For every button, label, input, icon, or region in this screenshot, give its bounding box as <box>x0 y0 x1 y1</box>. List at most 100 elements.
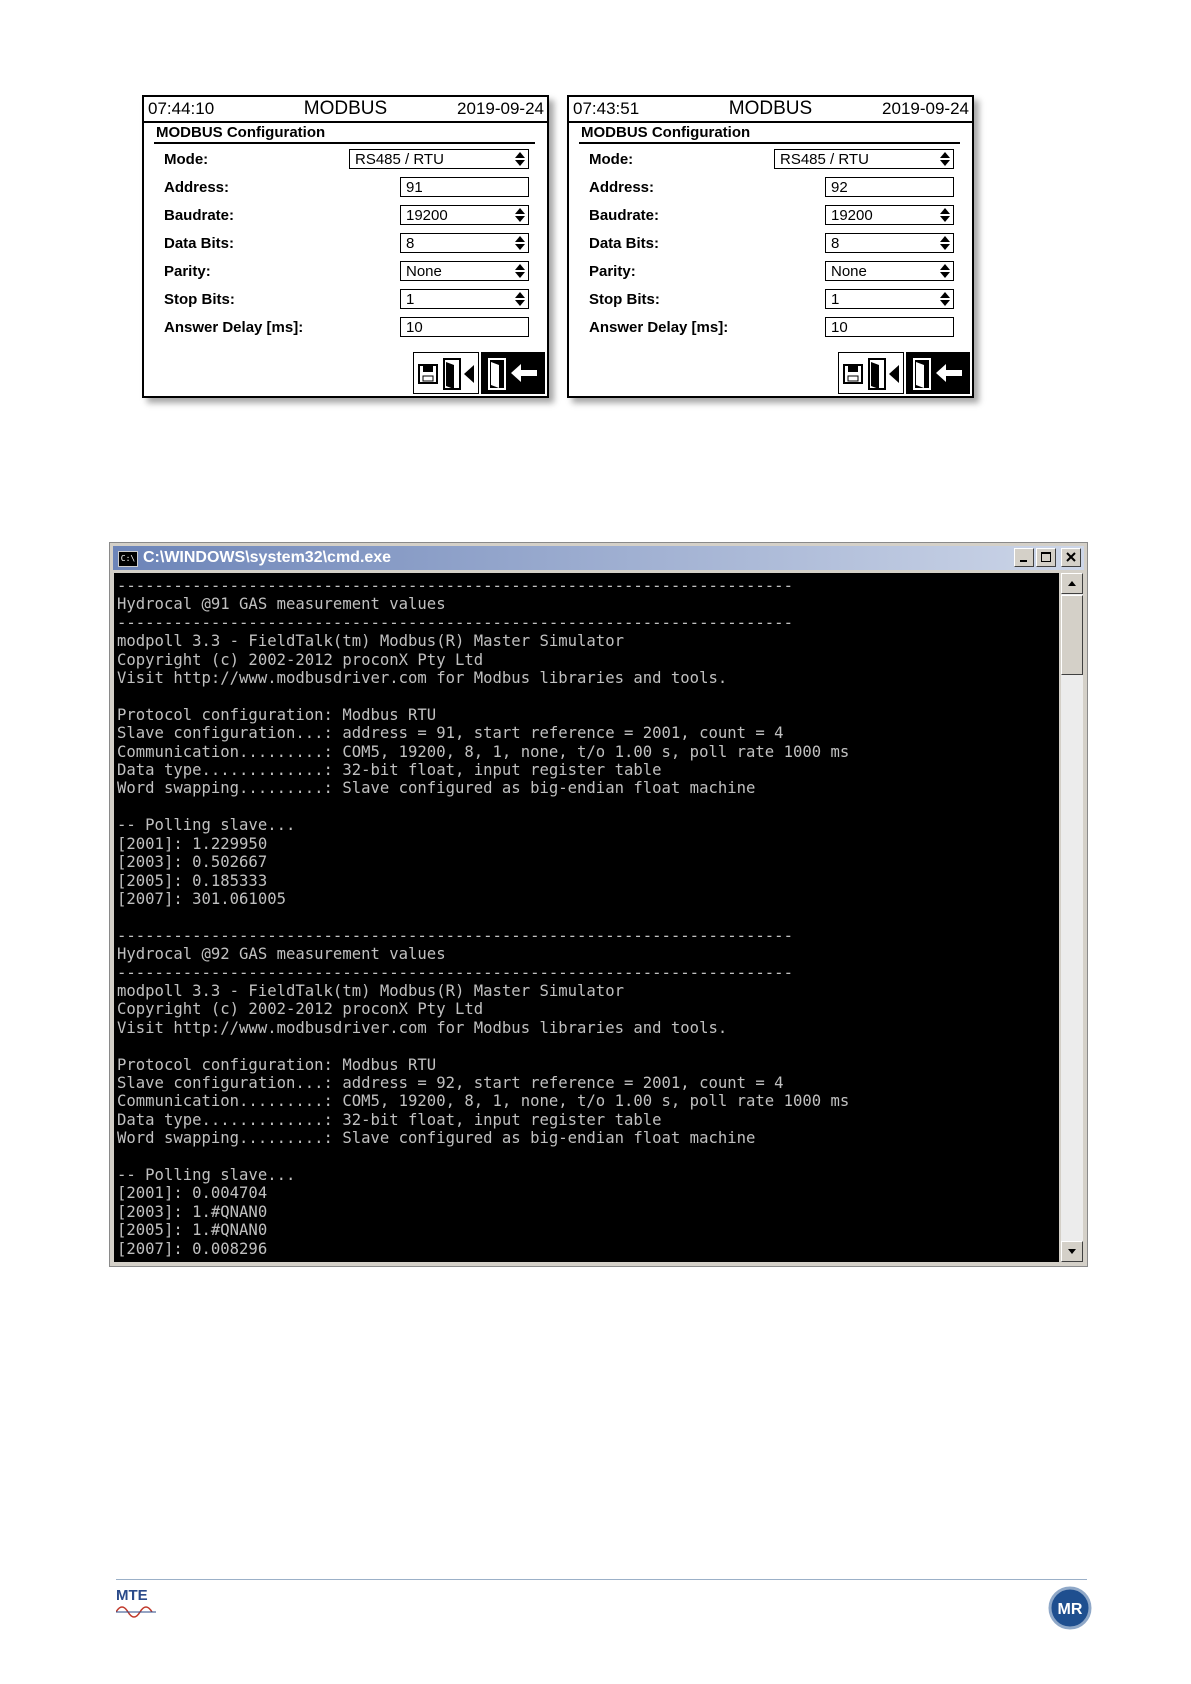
answerdelay-label: Answer Delay [ms]: <box>164 319 304 336</box>
console-line: Word swapping.........: Slave configured… <box>117 779 756 798</box>
address-label: Address: <box>589 179 655 196</box>
databits-label: Data Bits: <box>589 235 660 252</box>
maximize-icon <box>1041 552 1051 562</box>
updown-arrows-icon <box>515 152 525 167</box>
address-value: 92 <box>831 179 848 196</box>
databits-select[interactable]: 8 <box>825 233 954 253</box>
arrow-up-icon <box>1068 581 1076 586</box>
console-line: modpoll 3.3 - FieldTalk(tm) Modbus(R) Ma… <box>117 981 624 1000</box>
address-input[interactable]: 92 <box>825 177 954 197</box>
baudrate-row: Baudrate: 19200 <box>589 205 954 227</box>
close-button[interactable] <box>1061 548 1081 567</box>
databits-value: 8 <box>831 235 840 252</box>
answerdelay-input[interactable]: 10 <box>400 317 529 337</box>
stopbits-select[interactable]: 1 <box>400 289 529 309</box>
baudrate-select[interactable]: 19200 <box>825 205 954 225</box>
baudrate-row: Baudrate: 19200 <box>164 205 529 227</box>
console-line: [2001]: 1.229950 <box>117 834 268 853</box>
cmd-window-title: C:\WINDOWS\system32\cmd.exe <box>143 549 392 566</box>
stopbits-select[interactable]: 1 <box>825 289 954 309</box>
save-exit-button[interactable] <box>413 352 479 394</box>
arrow-down-icon <box>1068 1249 1076 1254</box>
mode-row: Mode: RS485 / RTU <box>589 149 954 171</box>
baudrate-select[interactable]: 19200 <box>400 205 529 225</box>
parity-select[interactable]: None <box>400 261 529 281</box>
address-row: Address: 91 <box>164 177 529 199</box>
console-line: Data type.............: 32-bit float, in… <box>117 761 662 780</box>
panel-header: 07:43:51 MODBUS 2019-09-24 <box>569 97 972 123</box>
stopbits-row: Stop Bits: 1 <box>164 289 529 311</box>
close-icon <box>1066 552 1076 562</box>
save-exit-button[interactable] <box>838 352 904 394</box>
scroll-up-button[interactable] <box>1061 573 1083 594</box>
section-title: MODBUS Configuration <box>156 124 326 141</box>
databits-row: Data Bits: 8 <box>164 233 529 255</box>
mte-logo: MTE <box>115 1586 166 1622</box>
console-line: [2001]: 0.004704 <box>117 1184 268 1203</box>
console-line: Hydrocal @91 GAS measurement values <box>117 595 446 614</box>
console-line: ----------------------------------------… <box>117 613 793 632</box>
address-row: Address: 92 <box>589 177 954 199</box>
answerdelay-input[interactable]: 10 <box>825 317 954 337</box>
console-line: Data type.............: 32-bit float, in… <box>117 1110 662 1129</box>
console-line: [2007]: 0.008296 <box>117 1239 268 1258</box>
address-input[interactable]: 91 <box>400 177 529 197</box>
cmd-window: C:\ C:\WINDOWS\system32\cmd.exe --------… <box>109 542 1088 1267</box>
console-output[interactable]: ----------------------------------------… <box>114 573 1059 1262</box>
modbus-config-panel-right: 07:43:51 MODBUS 2019-09-24 MODBUS Config… <box>567 95 974 398</box>
console-line: [2005]: 0.185333 <box>117 871 268 890</box>
console-line: Communication.........: COM5, 19200, 8, … <box>117 1092 850 1111</box>
stopbits-value: 1 <box>406 291 415 308</box>
mode-value: RS485 / RTU <box>780 151 869 168</box>
console-line: [2007]: 301.061005 <box>117 889 286 908</box>
console-line: Protocol configuration: Modbus RTU <box>117 1055 437 1074</box>
console-line: Protocol configuration: Modbus RTU <box>117 705 437 724</box>
vertical-scrollbar[interactable] <box>1061 573 1083 1262</box>
exit-button[interactable] <box>481 352 545 394</box>
console-line: [2005]: 1.#QNAN0 <box>117 1221 268 1240</box>
parity-row: Parity: None <box>164 261 529 283</box>
mode-select[interactable]: RS485 / RTU <box>349 149 529 169</box>
parity-label: Parity: <box>164 263 211 280</box>
parity-select[interactable]: None <box>825 261 954 281</box>
updown-arrows-icon <box>940 152 950 167</box>
panel-header: 07:44:10 MODBUS 2019-09-24 <box>144 97 547 123</box>
baudrate-label: Baudrate: <box>589 207 660 224</box>
console-line: Slave configuration...: address = 91, st… <box>117 724 784 743</box>
databits-row: Data Bits: 8 <box>589 233 954 255</box>
svg-text:MTE: MTE <box>116 1587 148 1604</box>
databits-select[interactable]: 8 <box>400 233 529 253</box>
answerdelay-row: Answer Delay [ms]: 10 <box>164 317 529 339</box>
minimize-button[interactable] <box>1014 548 1034 567</box>
updown-arrows-icon <box>515 208 525 223</box>
databits-value: 8 <box>406 235 415 252</box>
console-line: ----------------------------------------… <box>117 926 793 945</box>
section-title: MODBUS Configuration <box>581 124 751 141</box>
mr-logo: MR <box>1048 1586 1092 1630</box>
console-line: Hydrocal @92 GAS measurement values <box>117 945 446 964</box>
svg-text:MR: MR <box>1058 1601 1083 1618</box>
console-line: [2003]: 0.502667 <box>117 853 268 872</box>
mode-label: Mode: <box>589 151 634 168</box>
updown-arrows-icon <box>515 292 525 307</box>
baudrate-value: 19200 <box>406 207 448 224</box>
databits-label: Data Bits: <box>164 235 235 252</box>
exit-button[interactable] <box>906 352 970 394</box>
panel-date: 2019-09-24 <box>457 99 544 118</box>
mode-select[interactable]: RS485 / RTU <box>774 149 954 169</box>
console-line: modpoll 3.3 - FieldTalk(tm) Modbus(R) Ma… <box>117 632 624 651</box>
maximize-button[interactable] <box>1036 548 1056 567</box>
stopbits-label: Stop Bits: <box>589 291 660 308</box>
cmd-app-icon[interactable]: C:\ <box>118 551 138 567</box>
console-line: Communication.........: COM5, 19200, 8, … <box>117 742 850 761</box>
scroll-down-button[interactable] <box>1061 1241 1083 1262</box>
save-door-icon <box>418 358 474 390</box>
console-line: Visit http://www.modbusdriver.com for Mo… <box>117 669 728 688</box>
console-line: Copyright (c) 2002-2012 proconX Pty Ltd <box>117 650 484 669</box>
section-divider <box>154 142 535 144</box>
console-text: ----------------------------------------… <box>114 573 1059 1258</box>
exit-door-icon <box>913 358 962 390</box>
scrollbar-thumb[interactable] <box>1061 595 1083 675</box>
cmd-titlebar[interactable]: C:\ C:\WINDOWS\system32\cmd.exe <box>113 546 1084 570</box>
minimize-icon <box>1020 560 1027 562</box>
